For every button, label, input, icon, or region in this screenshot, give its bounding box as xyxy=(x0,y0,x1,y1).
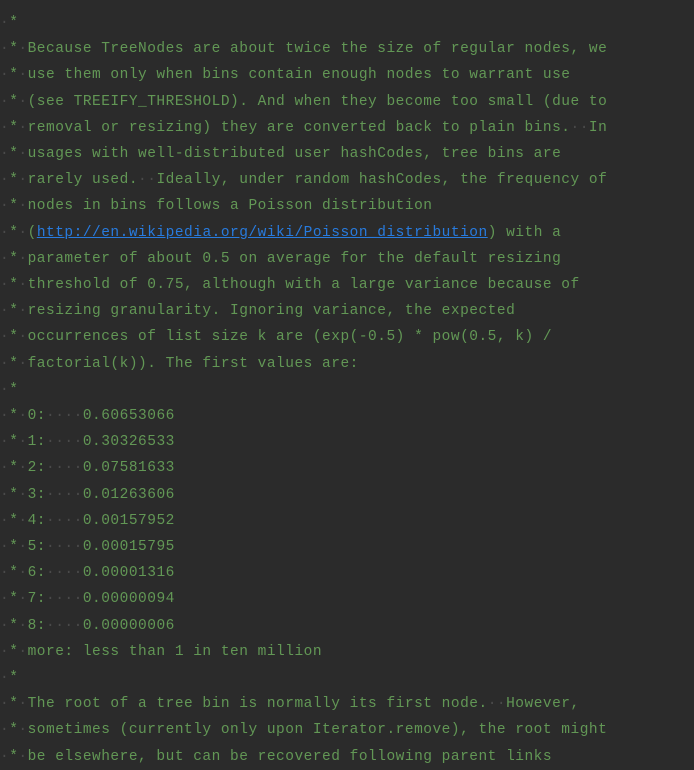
code-line: ·*·more: less than 1 in ten million xyxy=(0,639,694,665)
code-line: ·*·(http://en.wikipedia.org/wiki/Poisson… xyxy=(0,220,694,246)
code-line: ·* xyxy=(0,665,694,691)
code-line: ·*·8:····0.00000006 xyxy=(0,613,694,639)
code-line: ·*·parameter of about 0.5 on average for… xyxy=(0,246,694,272)
code-editor[interactable]: ·*·*·Because TreeNodes are about twice t… xyxy=(0,0,694,770)
code-line: ·*·7:····0.00000094 xyxy=(0,586,694,612)
code-line: ·*·1:····0.30326533 xyxy=(0,429,694,455)
code-line: ·*·(see TREEIFY_THRESHOLD). And when the… xyxy=(0,89,694,115)
code-line: ·*·usages with well-distributed user has… xyxy=(0,141,694,167)
code-line: ·*·removal or resizing) they are convert… xyxy=(0,115,694,141)
code-line: ·*·0:····0.60653066 xyxy=(0,403,694,429)
code-line: ·*·use them only when bins contain enoug… xyxy=(0,62,694,88)
code-line: ·*·Because TreeNodes are about twice the… xyxy=(0,36,694,62)
doc-link[interactable]: http://en.wikipedia.org/wiki/Poisson_dis… xyxy=(37,225,488,241)
code-line: ·*·The root of a tree bin is normally it… xyxy=(0,691,694,717)
code-line: ·*·nodes in bins follows a Poisson distr… xyxy=(0,193,694,219)
code-line: ·*·resizing granularity. Ignoring varian… xyxy=(0,298,694,324)
code-line: ·*·occurrences of list size k are (exp(-… xyxy=(0,324,694,350)
code-line: ·*·sometimes (currently only upon Iterat… xyxy=(0,717,694,743)
code-line: ·*·3:····0.01263606 xyxy=(0,482,694,508)
code-line: ·*·4:····0.00157952 xyxy=(0,508,694,534)
code-line: ·* xyxy=(0,377,694,403)
code-line: ·*·5:····0.00015795 xyxy=(0,534,694,560)
code-line: ·*·rarely used.··Ideally, under random h… xyxy=(0,167,694,193)
code-line: ·*·factorial(k)). The first values are: xyxy=(0,351,694,377)
code-line: ·*·2:····0.07581633 xyxy=(0,455,694,481)
code-line: ·* xyxy=(0,10,694,36)
code-line: ·*·be elsewhere, but can be recovered fo… xyxy=(0,744,694,770)
code-line: ·*·threshold of 0.75, although with a la… xyxy=(0,272,694,298)
code-line: ·*·6:····0.00001316 xyxy=(0,560,694,586)
